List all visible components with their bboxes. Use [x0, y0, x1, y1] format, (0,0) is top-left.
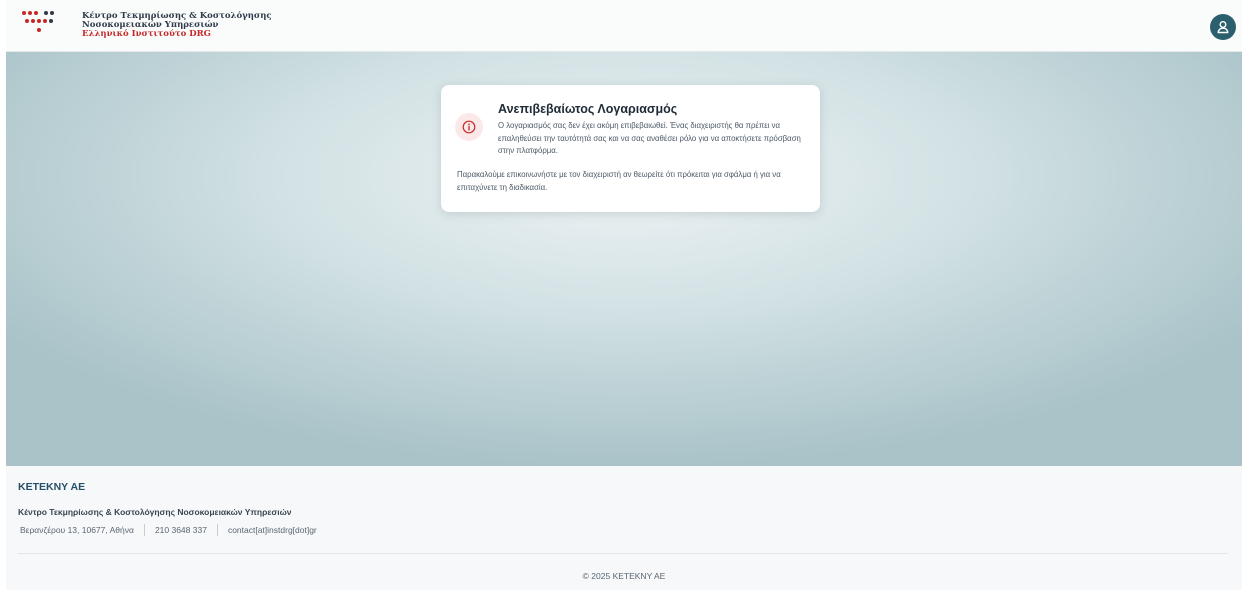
footer-copyright: © 2025 KETEKNY AE	[582, 571, 666, 581]
logo-text: Κέντρο Τεκμηρίωσης & Κοστολόγησης Νοσοκο…	[82, 12, 272, 39]
footer-company: KETEKNY AE	[18, 481, 86, 493]
unverified-account-alert: Ανεπιβεβαίωτος Λογαριασμός Ο λογαριασμός…	[441, 85, 820, 212]
footer-address: Βερανζέρου 13, 10677, Αθήνα	[20, 525, 134, 535]
info-icon	[462, 120, 476, 134]
logo-line-3: Ελληνικό Ινστιτούτο DRG	[82, 29, 211, 39]
logo-dots-icon	[22, 11, 54, 32]
footer-contact: Βερανζέρου 13, 10677, Αθήνα 210 3648 337…	[20, 524, 317, 536]
footer-email[interactable]: contact[at]instdrg[dot]gr	[228, 525, 317, 535]
footer-divider	[18, 553, 1228, 554]
footer-phone[interactable]: 210 3648 337	[155, 525, 207, 535]
user-menu-button[interactable]	[1210, 14, 1236, 40]
top-header: Κέντρο Τεκμηρίωσης & Κοστολόγησης Νοσοκο…	[6, 0, 1242, 52]
alert-title: Ανεπιβεβαίωτος Λογαριασμός	[498, 102, 678, 116]
footer-full-name: Κέντρο Τεκμηρίωσης & Κοστολόγησης Νοσοκο…	[18, 507, 292, 517]
app-frame: Κέντρο Τεκμηρίωσης & Κοστολόγησης Νοσοκο…	[6, 0, 1242, 590]
footer-separator	[216, 524, 218, 536]
alert-note: Παρακαλούμε επικοινωνήστε με τον διαχειρ…	[457, 170, 781, 192]
info-badge	[455, 113, 483, 141]
user-icon	[1217, 21, 1229, 34]
logo[interactable]	[20, 9, 90, 45]
page-footer: KETEKNY AE Κέντρο Τεκμηρίωσης & Κοστολόγ…	[6, 466, 1242, 590]
alert-message: Ο λογαριασμός σας δεν έχει ακόμη επιβεβα…	[498, 121, 801, 155]
footer-separator	[143, 524, 145, 536]
main-content: Ανεπιβεβαίωτος Λογαριασμός Ο λογαριασμός…	[6, 52, 1242, 466]
